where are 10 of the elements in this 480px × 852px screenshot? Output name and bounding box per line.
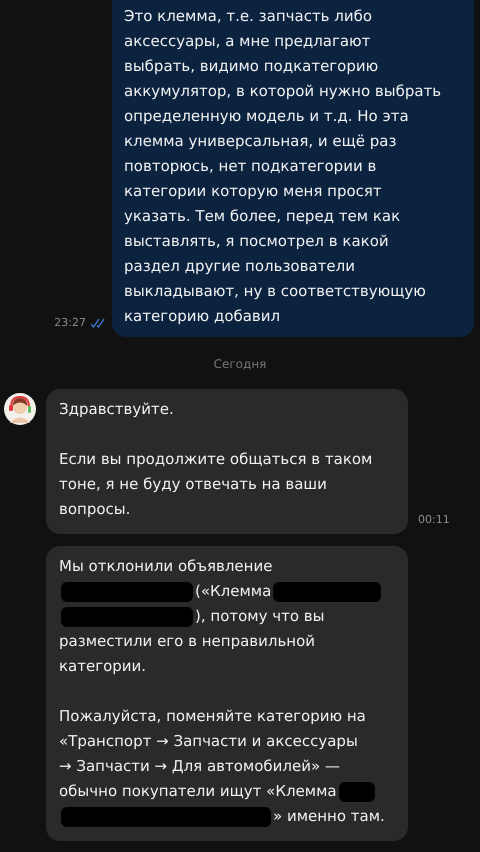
message-text: Если вы продолжите общаться в таком тоне, я не буду отвечать на ваши вопросы. [59,449,374,520]
avatar-icon [4,393,36,425]
date-divider: Сегодня [214,357,266,371]
message-time: 23:27 [54,316,86,329]
message-time: 00:11 [418,513,450,526]
message-text: Мы отклонили объявление («Клемма ), потому что вы разместили его в неправильной категории. [59,554,400,679]
message-text: Это клемма, т.е. запчасть либо аксессуары, а мне предлагают выбрать, видимо подкатегорию аккумулятор, в которой нужно выбрать определенную модель и т.д. Но эта клемма универсальная, и ещё раз повторюсь, нет подкатегории в категории которую меня просят указать. Тем более, перед тем как выставлять, я посмотрел в какой раздел другие пользователи выкладывают, ну в соответствующую категорию добавил [124,6,442,327]
redaction-mark [338,782,375,802]
message-text: Здравствуйте. [59,399,175,420]
message-text: Пожалуйста, поменяйте категорию на «Транспорт → Запчасти и аксессуары → Запчасти → Для автомобилей» — обычно покупатели ищут «Клемма » именно там. [59,706,386,828]
